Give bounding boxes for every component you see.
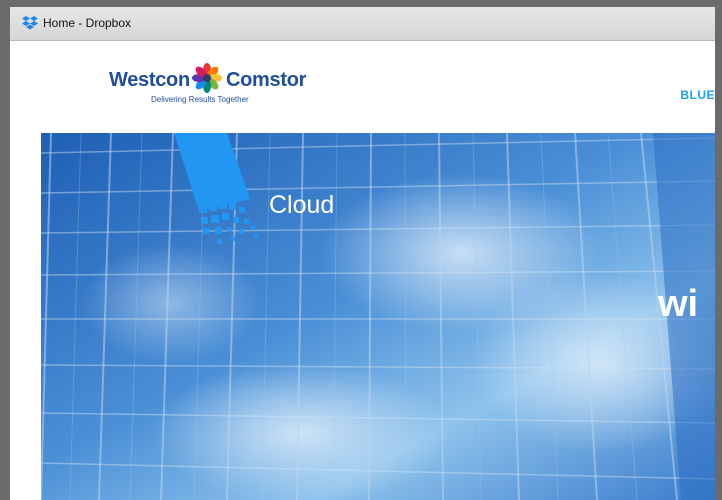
logo-tagline: Delivering Results Together [151, 95, 249, 104]
window-title: Home - Dropbox [43, 16, 132, 30]
glass-building-background [41, 133, 715, 500]
westcon-comstor-logo[interactable]: Westcon Comstor Delivering Results Toget… [109, 63, 319, 113]
logo-word-comstor: Comstor [226, 69, 307, 91]
dropbox-icon [21, 14, 39, 32]
title-bar: Home - Dropbox [10, 7, 715, 41]
hero-banner: Cloud wi [41, 133, 715, 500]
logo-word-westcon: Westcon [109, 69, 190, 91]
hero-partial-text: wi [658, 283, 699, 325]
nav-link-blue[interactable]: BLUE [680, 88, 715, 102]
hero-heading: Cloud [269, 191, 335, 219]
web-page: Westcon Comstor Delivering Results Toget… [10, 41, 715, 500]
browser-window: Home - Dropbox Westcon Comstor Deliverin… [10, 7, 715, 500]
flower-logo-icon [190, 63, 224, 95]
